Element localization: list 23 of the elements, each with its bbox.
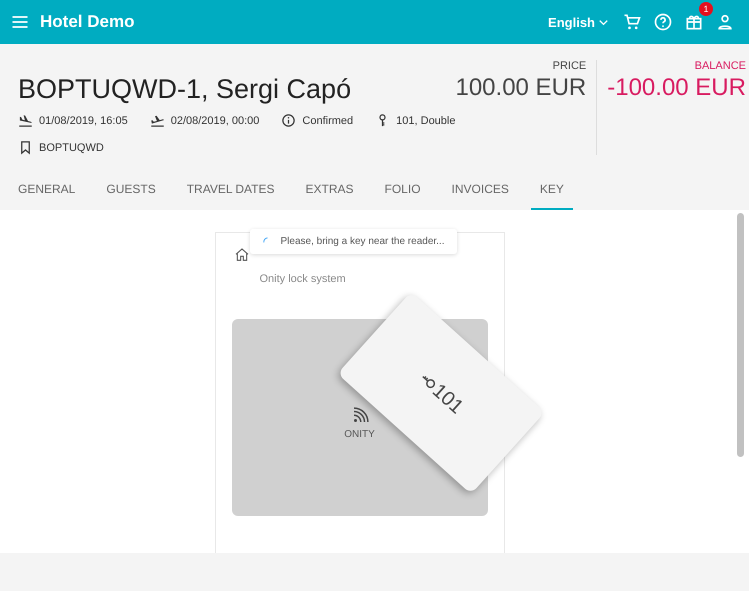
tab[interactable]: INVOICES bbox=[442, 172, 518, 210]
detail-text: 101, Double bbox=[396, 114, 456, 126]
reader-label: ONITY bbox=[344, 429, 375, 440]
tab[interactable]: GENERAL bbox=[9, 172, 84, 210]
detail-text: 01/08/2019, 16:05 bbox=[39, 114, 128, 126]
toast-message: Please, bring a key near the reader... bbox=[280, 236, 444, 247]
booking-title: BOPTUQWD-1, Sergi Capó bbox=[18, 74, 352, 105]
reference-text: BOPTUQWD bbox=[39, 142, 104, 154]
key-number: 101 bbox=[427, 379, 468, 419]
detail-text: Confirmed bbox=[302, 114, 354, 126]
balance-value: -100.00 EUR bbox=[607, 74, 746, 102]
language-selector[interactable]: English bbox=[548, 14, 611, 30]
lock-system-text: Onity lock system bbox=[258, 272, 347, 285]
tab[interactable]: GUESTS bbox=[97, 172, 165, 210]
app-title: Hotel Demo bbox=[40, 12, 134, 32]
detail-text: 02/08/2019, 00:00 bbox=[170, 114, 260, 126]
notification-badge: 1 bbox=[699, 2, 713, 16]
balance-label: BALANCE bbox=[694, 60, 746, 72]
tab[interactable]: EXTRAS bbox=[296, 172, 363, 210]
tab[interactable]: TRAVEL DATES bbox=[178, 172, 284, 210]
price-value: 100.00 EUR bbox=[455, 74, 586, 102]
tab[interactable]: FOLIO bbox=[376, 172, 430, 210]
price-label: PRICE bbox=[552, 60, 586, 72]
